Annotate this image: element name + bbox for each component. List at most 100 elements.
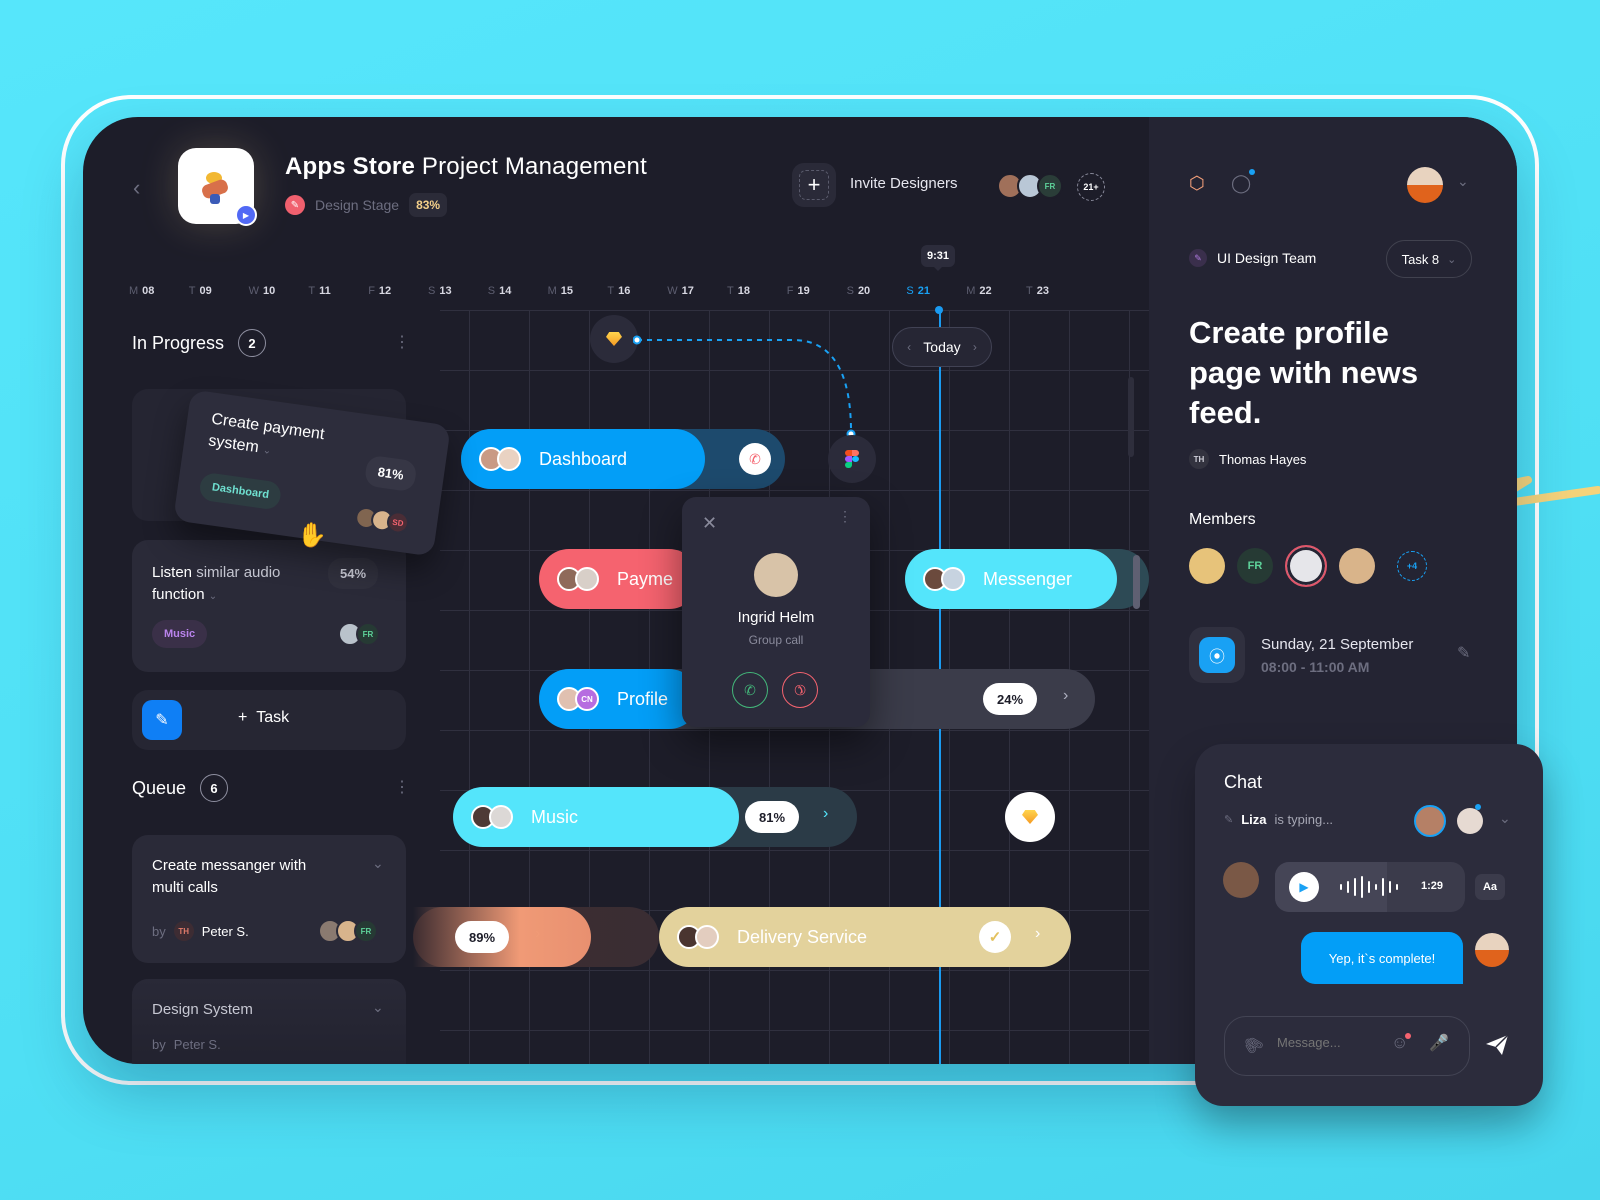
invite-add-button[interactable]: + [792,163,836,207]
bar-label: Payme [617,568,674,589]
sketch-milestone[interactable] [1005,792,1055,842]
sketch-tool-node[interactable] [590,315,638,363]
edit-pencil-button[interactable]: ✎ [142,700,182,740]
chevron-down-icon: ⌄ [1447,253,1457,266]
phone-icon: ✆ [749,450,761,467]
today-label[interactable]: Today [923,339,960,355]
prev-day-icon[interactable]: ‹ [907,340,911,354]
task-tag[interactable]: Dashboard [198,471,283,511]
schedule-card: ⦿ Sunday, 21 September 08:00 - 11:00 AM [1189,627,1413,683]
more-options-icon[interactable]: ⋮ [838,509,852,523]
bar-avatars [677,925,719,949]
timeline-date[interactable]: M 22 [966,285,991,297]
member-avatar[interactable] [1189,548,1225,584]
chevron-down-icon[interactable]: ⌄ [1499,810,1511,827]
task-select[interactable]: Task 8 ⌄ [1386,240,1472,278]
task-card[interactable]: Listen similar audio function ⌄ 54% Musi… [132,540,406,672]
timeline-date[interactable]: T 18 [727,285,750,297]
microphone-icon[interactable]: 🎤 [1429,1033,1449,1053]
timeline-scrollbar-thumb[interactable] [1133,555,1140,609]
back-chevron-icon[interactable]: ‹ [133,175,140,201]
decline-call-button[interactable]: ✆ [774,664,826,716]
complete-check-icon[interactable]: ✓ [979,921,1011,953]
timeline-date[interactable]: T 11 [308,285,330,297]
play-icon[interactable]: ▶ [235,204,257,226]
pencil-icon: ✎ [1224,814,1234,826]
more-options-icon[interactable]: ⋮ [394,780,410,796]
page-title: Apps Store Project Management [285,153,647,181]
timeline-date[interactable]: W 10 [249,285,276,297]
chevron-down-icon[interactable]: ⌄ [209,591,217,602]
timeline-scrollbar[interactable] [1128,377,1134,457]
chevron-right-icon[interactable]: › [1035,925,1040,943]
member-initials[interactable]: FR [1237,548,1273,584]
queue-card[interactable]: Create messanger with multi calls ⌄ by T… [132,835,406,963]
online-dot [1475,804,1481,810]
chevron-right-icon[interactable]: › [535,925,540,943]
timeline-date[interactable]: M 15 [548,285,573,297]
today-navigator[interactable]: ‹ Today › [892,327,992,367]
day-of-week: T [727,285,734,297]
chevron-down-icon[interactable]: ⌄ [372,999,384,1016]
user-avatar[interactable] [1407,167,1443,203]
more-members-badge[interactable]: +4 [1397,551,1427,581]
profile-percent-badge: 24% [983,683,1037,715]
chevron-down-icon[interactable]: ⌄ [1457,173,1469,190]
sent-message-bubble: Yep, it`s complete! [1301,932,1463,984]
bar-label: Messenger [983,568,1073,589]
timeline-date[interactable]: T 09 [189,285,212,297]
attachment-icon[interactable]: 🖇 [1239,1031,1268,1060]
day-of-week: M [547,285,557,297]
call-button[interactable]: ✆ [739,443,771,475]
timeline-date[interactable]: S 20 [847,285,871,297]
current-time-marker [935,306,943,314]
message-input-field[interactable]: 🖇 ☺ 🎤 [1224,1016,1470,1076]
accept-call-button[interactable]: ✆ [732,672,768,708]
send-icon[interactable] [1485,1034,1509,1056]
timeline-date[interactable]: M 08 [129,285,154,297]
more-options-icon[interactable]: ⋮ [394,335,410,351]
invite-designers-label[interactable]: Invite Designers [850,175,958,192]
task-tag[interactable]: Music [152,620,208,648]
timeline-date[interactable]: S 13 [428,285,452,297]
profile-task-bar[interactable]: CN Profile [539,669,699,729]
chat-bubble-icon[interactable]: ◯ [1231,173,1251,194]
timeline-date[interactable]: S 21 [906,285,930,297]
payment-task-bar[interactable]: Payme [539,549,699,609]
chevron-down-icon[interactable]: ⌄ [372,855,384,872]
call-popup: ✕ ⋮ Ingrid Helm Group call ✆ ✆ [682,497,870,727]
timeline-date[interactable]: F 19 [787,285,810,297]
next-day-icon[interactable]: › [973,340,977,354]
dashboard-task-bar[interactable]: Dashboard [461,429,705,489]
timeline-date[interactable]: S 14 [488,285,512,297]
timeline-date[interactable]: F 12 [368,285,391,297]
voice-message[interactable]: ▶ 1:29 [1275,862,1465,912]
chevron-right-icon[interactable]: › [1063,687,1068,705]
chevron-right-icon[interactable]: › [823,805,828,823]
add-task-button[interactable]: + Task [238,709,289,727]
message-input[interactable] [1277,1035,1377,1050]
figma-tool-node[interactable] [828,435,876,483]
member-avatar[interactable] [1339,548,1375,584]
timeline-date[interactable]: W 17 [667,285,694,297]
chat-participant-avatar[interactable] [1457,808,1483,834]
messenger-task-bar[interactable]: Messenger [905,549,1117,609]
music-task-bar[interactable]: Music [453,787,739,847]
cube-icon[interactable]: ⬡ [1189,173,1205,194]
font-format-button[interactable]: Aa [1475,874,1505,900]
avatar-initials[interactable]: FR [1037,173,1063,199]
chat-participant-avatar[interactable] [1414,805,1446,837]
typing-text: is typing... [1274,812,1334,827]
schedule-icon-wrap: ⦿ [1189,627,1245,683]
day-number: 16 [618,285,631,297]
close-icon[interactable]: ✕ [702,513,717,534]
add-task-row[interactable]: ✎ + Task [132,690,406,750]
play-button[interactable]: ▶ [1289,872,1319,902]
queue-card[interactable]: Design System ⌄ by Peter S. [132,979,406,1064]
edit-pencil-icon[interactable]: ✎ [1457,643,1470,663]
member-avatar-selected[interactable] [1285,545,1327,587]
more-designers-badge[interactable]: 21+ [1077,173,1105,201]
chevron-down-icon[interactable]: ⌄ [262,445,272,457]
timeline-date[interactable]: T 23 [1026,285,1049,297]
timeline-date[interactable]: T 16 [607,285,630,297]
